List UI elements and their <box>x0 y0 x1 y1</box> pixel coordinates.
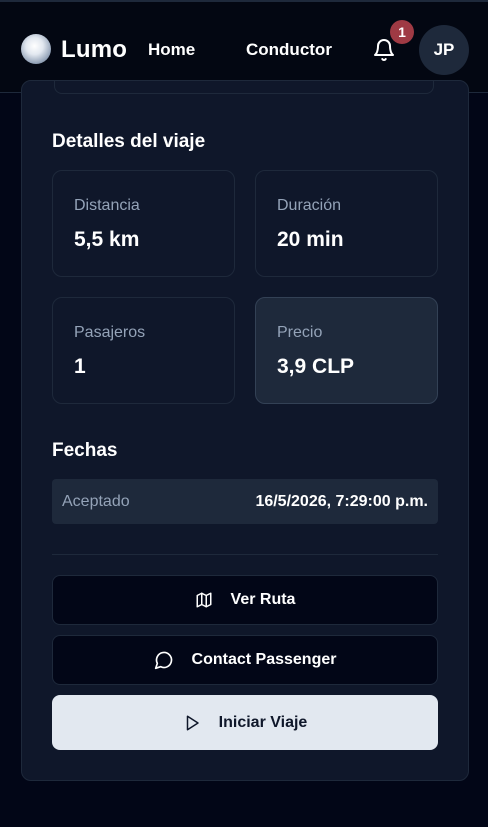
contact-passenger-label: Contact Passenger <box>191 651 337 668</box>
stat-value: 5,5 km <box>74 228 140 251</box>
notification-badge: 1 <box>390 20 414 44</box>
play-icon <box>186 715 199 730</box>
stat-label: Duración <box>277 197 342 214</box>
stat-distance: Distancia 5,5 km <box>52 170 235 277</box>
date-value: 16/5/2026, 7:29:00 p.m. <box>255 493 428 510</box>
stat-passengers: Pasajeros 1 <box>52 297 235 404</box>
contact-passenger-button[interactable]: Contact Passenger <box>52 635 438 685</box>
map-icon <box>196 592 212 608</box>
stat-value: 1 <box>74 355 86 378</box>
dates-title: Fechas <box>52 440 118 461</box>
date-label: Aceptado <box>62 493 130 510</box>
nav-home-link[interactable]: Home <box>148 40 195 60</box>
brand-name[interactable]: Lumo <box>61 36 127 64</box>
stat-label: Precio <box>277 324 323 341</box>
start-trip-button[interactable]: Iniciar Viaje <box>52 695 438 750</box>
stat-price: Precio 3,9 CLP <box>255 297 438 404</box>
bell-icon[interactable] <box>372 38 396 62</box>
nav-driver-link[interactable]: Conductor <box>246 40 332 60</box>
stat-duration: Duración 20 min <box>255 170 438 277</box>
view-route-label: Ver Ruta <box>230 591 296 608</box>
section-divider <box>52 554 438 555</box>
view-route-button[interactable]: Ver Ruta <box>52 575 438 625</box>
message-circle-icon <box>154 651 172 670</box>
stat-value: 3,9 CLP <box>277 355 355 378</box>
stat-label: Distancia <box>74 197 140 214</box>
previous-section-box <box>54 80 434 94</box>
user-avatar[interactable]: JP <box>419 25 469 75</box>
start-trip-label: Iniciar Viaje <box>218 713 308 731</box>
stat-value: 20 min <box>277 228 344 251</box>
stat-label: Pasajeros <box>74 324 146 341</box>
date-row-accepted: Aceptado 16/5/2026, 7:29:00 p.m. <box>52 479 438 524</box>
trip-details-title: Detalles del viaje <box>52 131 206 152</box>
brand-logo[interactable] <box>21 34 51 64</box>
